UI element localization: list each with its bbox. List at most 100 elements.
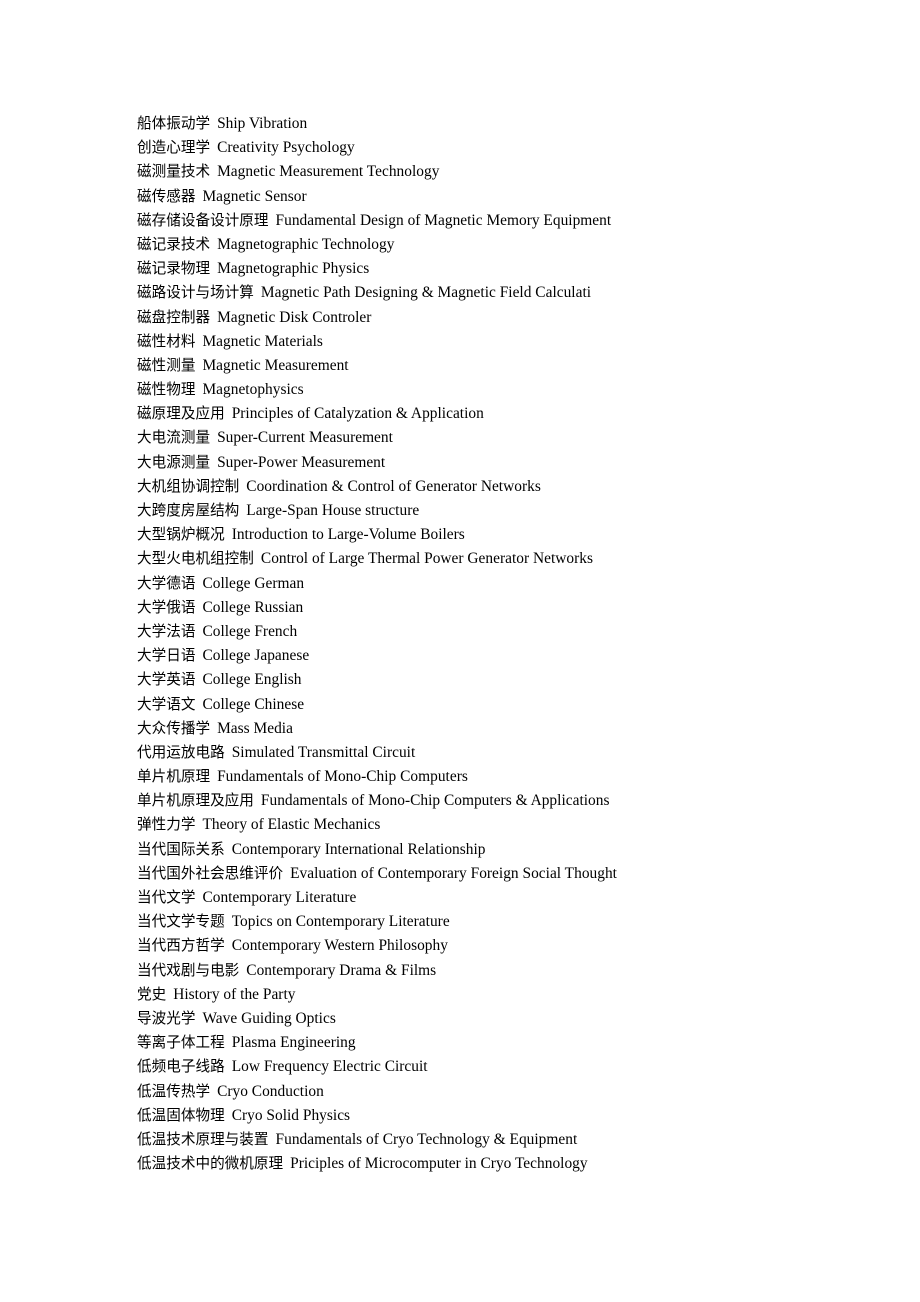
- term-english: Low Frequency Electric Circuit: [231, 1058, 428, 1076]
- term-chinese: 当代国外社会思维评价: [137, 864, 284, 882]
- glossary-entry: 大学俄语 College Russian: [137, 596, 877, 620]
- term-english: Magnetic Sensor: [202, 187, 307, 205]
- term-english: Coordination & Control of Generator Netw…: [246, 477, 541, 495]
- glossary-entry: 导波光学 Wave Guiding Optics: [137, 1007, 877, 1031]
- glossary-entry: 船体振动学 Ship Vibration: [137, 112, 877, 136]
- term-english: Fundamentals of Mono-Chip Computers: [217, 768, 468, 786]
- term-chinese: 大学俄语: [137, 598, 196, 616]
- term-chinese: 低温传热学: [137, 1082, 211, 1100]
- term-chinese: 弹性力学: [137, 816, 196, 834]
- term-chinese: 导波光学: [137, 1009, 196, 1027]
- term-english: Fundamentals of Mono-Chip Computers & Ap…: [260, 792, 610, 810]
- term-chinese: 磁测量技术: [137, 163, 211, 181]
- term-english: Mass Media: [217, 719, 293, 737]
- term-chinese: 大跨度房屋结构: [137, 502, 240, 519]
- term-english: Magnetic Disk Controler: [217, 308, 372, 326]
- term-english: Control of Large Thermal Power Generator…: [260, 550, 593, 568]
- term-chinese: 磁性测量: [137, 356, 196, 374]
- term-chinese: 磁记录技术: [137, 235, 211, 253]
- term-chinese: 党史: [137, 985, 167, 1003]
- glossary-entry: 大学语文 College Chinese: [137, 693, 877, 717]
- term-english: Magnetographic Physics: [217, 260, 370, 278]
- term-chinese: 当代文学: [137, 889, 196, 906]
- term-english: Large-Span House structure: [246, 502, 420, 519]
- term-english: Principles of Catalyzation & Application: [231, 405, 484, 423]
- glossary-entry: 当代国际关系 Contemporary International Relatio…: [137, 838, 877, 862]
- term-chinese: 大学日语: [137, 647, 196, 665]
- term-chinese: 当代国际关系: [137, 840, 225, 858]
- term-chinese: 创造心理学: [137, 139, 211, 157]
- term-english: College Japanese: [202, 647, 310, 665]
- glossary-entry: 大学法语 College French: [137, 620, 877, 644]
- term-chinese: 船体振动学: [137, 115, 211, 132]
- term-chinese: 单片机原理: [137, 768, 211, 786]
- term-english: Super-Power Measurement: [217, 453, 386, 471]
- term-english: Magnetic Path Designing & Magnetic Field…: [260, 284, 592, 302]
- glossary-entry: 当代国外社会思维评价 Evaluation of Contemporary For…: [137, 862, 877, 886]
- term-english: Introduction to Large-Volume Boilers: [231, 526, 465, 544]
- glossary-entry: 弹性力学 Theory of Elastic Mechanics: [137, 813, 877, 837]
- term-english: Magnetic Materials: [202, 332, 323, 350]
- glossary-entry: 党史 History of the Party: [137, 983, 877, 1007]
- term-chinese: 磁路设计与场计算: [137, 284, 254, 302]
- term-english: Cryo Conduction: [217, 1082, 324, 1100]
- term-chinese: 磁记录物理: [137, 260, 211, 278]
- glossary-entry: 单片机原理 Fundamentals of Mono-Chip Computers: [137, 765, 877, 789]
- term-english: College German: [202, 574, 305, 592]
- glossary-entry: 等离子体工程 Plasma Engineering: [137, 1031, 877, 1055]
- glossary-entry: 大电源测量 Super-Power Measurement: [137, 451, 877, 475]
- glossary-entry: 大学英语 College English: [137, 668, 877, 692]
- glossary-entry: 磁测量技术 Magnetic Measurement Technology: [137, 160, 877, 184]
- term-chinese: 磁存储设备设计原理: [137, 211, 269, 229]
- glossary-entry: 磁记录物理 Magnetographic Physics: [137, 257, 877, 281]
- glossary-entry: 磁性测量 Magnetic Measurement: [137, 354, 877, 378]
- term-english: College Chinese: [202, 695, 305, 713]
- glossary-entry: 当代戏剧与电影 Contemporary Drama & Films: [137, 959, 877, 983]
- glossary-entry: 大学日语 College Japanese: [137, 644, 877, 668]
- glossary-entry: 大电流测量 Super-Current Measurement: [137, 426, 877, 450]
- term-chinese: 大电源测量: [137, 453, 211, 471]
- glossary-entry: 当代文学 Contemporary Literature: [137, 886, 877, 910]
- term-english: Evaluation of Contemporary Foreign Socia…: [290, 864, 617, 882]
- term-chinese: 低温技术原理与装置: [137, 1130, 269, 1148]
- term-english: Contemporary International Relationship: [231, 840, 486, 858]
- glossary-entry: 当代西方哲学 Contemporary Western Philosophy: [137, 934, 877, 958]
- glossary-entry: 磁传感器 Magnetic Sensor: [137, 185, 877, 209]
- term-english: Fundamental Design of Magnetic Memory Eq…: [275, 211, 612, 229]
- glossary-entry: 低温传热学 Cryo Conduction: [137, 1080, 877, 1104]
- glossary-entry: 磁记录技术 Magnetographic Technology: [137, 233, 877, 257]
- term-english: Priciples of Microcomputer in Cryo Techn…: [290, 1155, 588, 1173]
- glossary-entry: 磁性材料 Magnetic Materials: [137, 330, 877, 354]
- term-english: Wave Guiding Optics: [202, 1009, 336, 1027]
- document-page: { "document": { "type": "bilingual-gloss…: [0, 0, 920, 1302]
- glossary-entry: 单片机原理及应用 Fundamentals of Mono-Chip Comput…: [137, 789, 877, 813]
- glossary-entry: 磁盘控制器 Magnetic Disk Controler: [137, 306, 877, 330]
- term-english: Magnetic Measurement: [202, 356, 349, 374]
- glossary-entry: 低温技术原理与装置 Fundamentals of Cryo Technology…: [137, 1128, 877, 1152]
- term-english: Theory of Elastic Mechanics: [202, 816, 381, 834]
- term-chinese: 当代戏剧与电影: [137, 961, 240, 979]
- glossary-entry: 磁性物理 Magnetophysics: [137, 378, 877, 402]
- term-english: Contemporary Literature: [202, 889, 357, 906]
- glossary-entry: 磁路设计与场计算 Magnetic Path Designing & Magnet…: [137, 281, 877, 305]
- term-chinese: 磁原理及应用: [137, 405, 225, 423]
- glossary-entry: 大跨度房屋结构 Large-Span House structure: [137, 499, 877, 523]
- term-chinese: 大众传播学: [137, 719, 211, 737]
- glossary-entry: 低温固体物理 Cryo Solid Physics: [137, 1104, 877, 1128]
- term-english: History of the Party: [173, 985, 296, 1003]
- term-english: Contemporary Drama & Films: [246, 961, 437, 979]
- term-english: College Russian: [202, 598, 304, 616]
- term-chinese: 大型锅炉概况: [137, 526, 225, 544]
- term-chinese: 大型火电机组控制: [137, 550, 254, 568]
- term-english: Topics on Contemporary Literature: [231, 913, 450, 931]
- term-chinese: 低频电子线路: [137, 1058, 225, 1076]
- glossary-entry: 大型火电机组控制 Control of Large Thermal Power G…: [137, 547, 877, 571]
- term-chinese: 磁性物理: [137, 381, 196, 399]
- term-chinese: 低温技术中的微机原理: [137, 1155, 284, 1173]
- term-english: Cryo Solid Physics: [231, 1106, 351, 1124]
- term-english: Magnetic Measurement Technology: [217, 163, 440, 181]
- term-chinese: 单片机原理及应用: [137, 792, 254, 810]
- term-chinese: 磁盘控制器: [137, 308, 211, 326]
- term-chinese: 磁性材料: [137, 332, 196, 350]
- glossary-entry: 大型锅炉概况 Introduction to Large-Volume Boile…: [137, 523, 877, 547]
